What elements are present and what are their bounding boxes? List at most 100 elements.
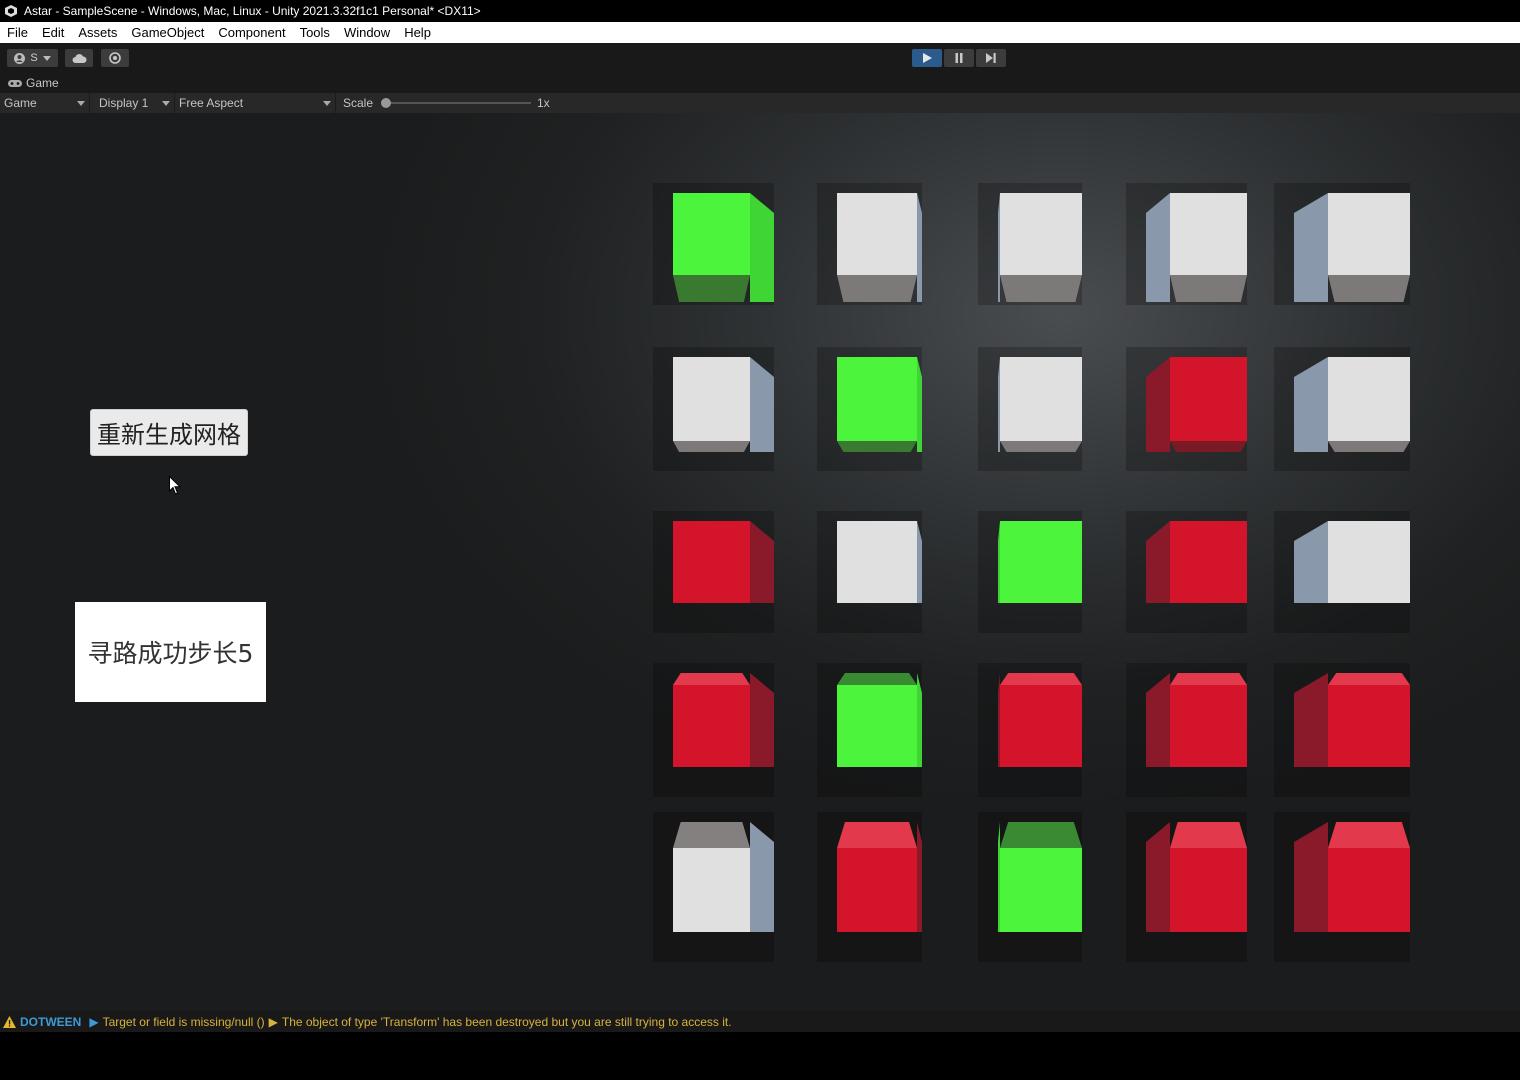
aspect-label: Free Aspect [179, 96, 244, 110]
chevron-down-icon [162, 101, 170, 106]
scale-label: Scale [343, 96, 374, 110]
cube-side-face [1146, 357, 1170, 452]
game-tab-bar: Game [0, 73, 1520, 93]
cube-front-face [673, 685, 750, 767]
grid-cube-red [673, 521, 774, 603]
account-icon [14, 52, 26, 64]
menu-assets[interactable]: Assets [78, 25, 117, 40]
cube-front-face [1328, 193, 1410, 275]
grid-cube-red [673, 673, 774, 767]
grid-cube-white [837, 193, 922, 302]
cube-top-face [1000, 673, 1082, 685]
gear-icon [109, 52, 121, 64]
main-toolbar: S [0, 43, 1520, 73]
cloud-button[interactable] [65, 49, 93, 67]
grid-cube-red [1146, 357, 1247, 452]
cube-front-face [1000, 193, 1082, 275]
cube-bottom-face [1328, 441, 1410, 452]
grid-cube-green [673, 193, 774, 302]
cube-top-face [1170, 822, 1247, 848]
cube-front-face [1170, 685, 1247, 767]
grid-cube-white [1146, 193, 1247, 302]
cube-top-face [1328, 822, 1410, 848]
cube-front-face [1328, 521, 1410, 603]
cube-top-face [837, 822, 917, 848]
cloud-icon [72, 53, 87, 63]
scale-slider-handle[interactable] [381, 98, 391, 108]
chevron-down-icon [42, 55, 51, 61]
cube-top-face [1328, 673, 1410, 685]
grid-cube-red [998, 673, 1082, 767]
cube-side-face [750, 193, 774, 302]
playmode-controls [912, 49, 1006, 67]
grid-cube-white [673, 357, 774, 452]
cube-front-face [1000, 357, 1082, 441]
grid-cube-white [1294, 357, 1410, 452]
pause-button[interactable] [944, 49, 974, 67]
account-label: S [30, 52, 38, 64]
console-status-bar[interactable]: DOTWEEN ▶ Target or field is missing/nul… [0, 1011, 1520, 1032]
cube-bottom-face [1170, 275, 1247, 302]
grid-cube-red [1294, 822, 1410, 932]
cube-front-face [837, 193, 917, 275]
aspect-dropdown[interactable]: Free Aspect [175, 93, 336, 113]
cube-front-face [837, 521, 917, 603]
grid-cube-red [1146, 673, 1247, 767]
menu-gameobject[interactable]: GameObject [131, 25, 204, 40]
cube-front-face [1170, 848, 1247, 932]
cube-front-face [1000, 685, 1082, 767]
chevron-down-icon [77, 101, 85, 106]
cube-bottom-face [673, 275, 750, 302]
display-dropdown[interactable]: Display 1 [95, 93, 175, 113]
cube-bottom-face [837, 441, 917, 452]
menu-tools[interactable]: Tools [300, 25, 330, 40]
grid-cube-white [837, 521, 922, 603]
chevron-down-icon [323, 101, 331, 106]
cube-side-face [917, 521, 922, 603]
log-message-1: Target or field is missing/null () [102, 1014, 265, 1029]
pause-icon [954, 53, 964, 63]
step-button[interactable] [976, 49, 1006, 67]
grid-cube-red [1146, 521, 1247, 603]
grid-cube-white [1294, 193, 1410, 302]
cube-side-face [917, 357, 922, 452]
cube-front-face [1000, 521, 1082, 603]
cube-side-face [917, 822, 922, 932]
scale-slider-track[interactable] [384, 102, 531, 104]
menu-bar: File Edit Assets GameObject Component To… [0, 22, 1520, 43]
cube-top-face [1000, 822, 1082, 848]
grid-cube-white [673, 822, 774, 932]
window-title: Astar - SampleScene - Windows, Mac, Linu… [24, 4, 481, 18]
menu-file[interactable]: File [7, 25, 28, 40]
grid-cube-green [998, 521, 1082, 603]
grid-cube-white [998, 193, 1082, 302]
grid-cube-green [837, 357, 922, 452]
menu-component[interactable]: Component [218, 25, 285, 40]
cube-side-face [1294, 357, 1328, 452]
bottom-strip [0, 1032, 1520, 1080]
tab-game[interactable]: Game [26, 76, 59, 90]
unity-logo-icon [4, 4, 18, 18]
play-button[interactable] [912, 49, 942, 67]
view-mode-label: Game [4, 96, 37, 110]
collab-button[interactable] [101, 49, 129, 67]
menu-help[interactable]: Help [404, 25, 431, 40]
gamepad-icon [8, 79, 22, 88]
cube-top-face [673, 822, 750, 848]
game-viewport[interactable]: 重新生成网格 寻路成功步长5 [0, 113, 1520, 1011]
account-button[interactable]: S [7, 49, 58, 67]
view-mode-dropdown[interactable]: Game [0, 93, 90, 113]
cube-side-face [1146, 822, 1170, 932]
step-icon [986, 53, 996, 63]
play-icon [922, 53, 932, 63]
cube-bottom-face [1000, 441, 1082, 452]
menu-edit[interactable]: Edit [42, 25, 64, 40]
cube-bottom-face [837, 275, 917, 302]
menu-window[interactable]: Window [344, 25, 390, 40]
cube-side-face [917, 193, 922, 302]
cube-side-face [1294, 822, 1328, 932]
regenerate-grid-button[interactable]: 重新生成网格 [90, 409, 248, 456]
cube-bottom-face [1328, 275, 1410, 302]
cube-side-face [917, 673, 922, 767]
cube-front-face [1170, 521, 1247, 603]
